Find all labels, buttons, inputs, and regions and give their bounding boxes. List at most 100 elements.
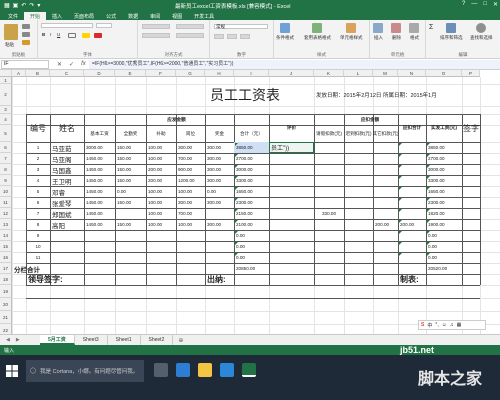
employee-other[interactable] (373, 252, 398, 263)
employee-other[interactable] (373, 197, 398, 208)
employee-total[interactable]: 2300.00 (234, 197, 269, 208)
column-header[interactable]: H (205, 70, 234, 77)
delete-icon[interactable] (391, 23, 401, 33)
employee-late[interactable] (344, 208, 373, 219)
employee-sign[interactable] (462, 252, 480, 263)
table-format-icon[interactable] (312, 23, 322, 33)
employee-deduct-total[interactable] (398, 153, 426, 164)
column-header[interactable]: B (26, 70, 50, 77)
employee-other[interactable] (373, 186, 398, 197)
employee-rating[interactable] (269, 219, 314, 230)
employee-rating[interactable] (269, 197, 314, 208)
employee-total[interactable]: 2700.00 (234, 153, 269, 164)
employee-total[interactable]: 2100.00 (234, 219, 269, 230)
employee-base[interactable]: 1450.00 (84, 164, 115, 175)
add-sheet-icon[interactable]: ⊕ (173, 337, 183, 344)
underline-icon[interactable]: U (57, 32, 60, 37)
employee-other[interactable] (373, 153, 398, 164)
header-total[interactable]: 合计（元） (234, 125, 269, 142)
employee-base[interactable]: 1450.00 (84, 208, 115, 219)
delete-button[interactable]: 删除 (392, 35, 401, 41)
employee-late[interactable] (344, 186, 373, 197)
row-header[interactable]: 2 (0, 84, 12, 106)
row-header[interactable]: 9 (0, 175, 12, 186)
employee-name[interactable] (50, 230, 84, 241)
employee-post[interactable]: 900.00 (176, 164, 205, 175)
employee-deduct-total[interactable] (398, 230, 426, 241)
function-icon[interactable]: fx (81, 61, 86, 68)
employee-post[interactable]: 300.00 (176, 197, 205, 208)
employee-deduct-total[interactable] (398, 142, 426, 153)
employee-name[interactable]: 马国鑫 (50, 164, 84, 175)
tab-home[interactable]: 开始 (24, 12, 47, 20)
header-subsidy[interactable]: 补助 (146, 125, 176, 142)
employee-rating[interactable] (269, 175, 314, 186)
undo-icon[interactable]: ↶ (21, 2, 26, 9)
comma-icon[interactable] (240, 34, 250, 39)
employee-post[interactable]: 1200.00 (176, 175, 205, 186)
save-icon[interactable]: ▣ (13, 2, 19, 9)
employee-leave[interactable] (314, 186, 344, 197)
column-header[interactable]: L (344, 70, 373, 77)
employee-post[interactable] (176, 252, 205, 263)
employee-sign[interactable] (462, 241, 480, 252)
employee-actual[interactable]: 3300.00 (426, 175, 462, 186)
employee-bonus[interactable]: 0.00 (115, 186, 146, 197)
row-header[interactable]: 14 (0, 230, 12, 241)
employee-no[interactable]: 11 (26, 252, 50, 263)
wrap-text-icon[interactable] (176, 24, 204, 29)
employee-other[interactable] (373, 164, 398, 175)
employee-late[interactable] (344, 219, 373, 230)
employee-name[interactable]: 马亚阁 (50, 153, 84, 164)
employee-sign[interactable] (462, 197, 480, 208)
minimize-button[interactable]: — (471, 1, 477, 8)
employee-leave[interactable] (314, 252, 344, 263)
row-header[interactable]: 7 (0, 153, 12, 164)
next-sheet-icon[interactable]: ▶ (16, 337, 20, 343)
employee-no[interactable]: 10 (26, 241, 50, 252)
employee-no[interactable]: 2 (26, 153, 50, 164)
row-header[interactable]: 20 (0, 298, 12, 311)
employee-subsidy[interactable]: 200.00 (146, 164, 176, 175)
employee-deduct-total[interactable] (398, 197, 426, 208)
employee-subsidy[interactable] (146, 252, 176, 263)
name-box[interactable]: IF (1, 59, 49, 69)
employee-leave[interactable]: 330.00 (314, 208, 344, 219)
employee-actual[interactable]: 0.00 (426, 241, 462, 252)
column-header[interactable]: G (176, 70, 205, 77)
employee-post[interactable]: 300.00 (176, 142, 205, 153)
employee-award[interactable]: 300.00 (205, 219, 234, 230)
employee-base[interactable] (84, 230, 115, 241)
row-header[interactable]: 16 (0, 252, 12, 263)
spreadsheet-grid[interactable]: A B C D E F G H I J K L M N O P 1 2 3 4 5 6 7 8 9 10 11 12 13 14 15 16 1… (0, 70, 500, 334)
tab-review[interactable]: 审阅 (144, 12, 166, 20)
employee-award[interactable] (205, 252, 234, 263)
conditional-format-icon[interactable] (280, 23, 290, 33)
help-button[interactable]: ? (462, 1, 465, 8)
edge-icon[interactable] (176, 363, 190, 377)
employee-other[interactable] (373, 208, 398, 219)
row-header[interactable]: 19 (0, 285, 12, 298)
employee-bonus[interactable]: 150.00 (115, 175, 146, 186)
employee-sign[interactable] (462, 208, 480, 219)
column-header[interactable]: D (84, 70, 115, 77)
employee-sign[interactable] (462, 219, 480, 230)
store-icon[interactable] (220, 363, 234, 377)
employee-rating[interactable] (269, 186, 314, 197)
employee-base[interactable]: 1450.00 (84, 153, 115, 164)
employee-actual[interactable]: 0.00 (426, 230, 462, 241)
tab-file[interactable]: 文件 (2, 12, 24, 20)
tab-page-layout[interactable]: 页面布局 (68, 12, 100, 20)
footer-maker[interactable]: 制表: (398, 274, 462, 285)
row-header[interactable]: 6 (0, 142, 12, 153)
employee-name[interactable]: 邓睿 (50, 186, 84, 197)
header-rating[interactable]: 评价 (269, 114, 314, 142)
employee-bonus[interactable]: 150.00 (115, 197, 146, 208)
customize-qat-icon[interactable]: ▾ (37, 2, 40, 9)
employee-sign[interactable] (462, 186, 480, 197)
employee-late[interactable] (344, 197, 373, 208)
employee-leave[interactable] (314, 219, 344, 230)
border-icon[interactable] (68, 33, 76, 38)
employee-no[interactable]: 3 (26, 164, 50, 175)
employee-name[interactable]: 郑国斌 (50, 208, 84, 219)
